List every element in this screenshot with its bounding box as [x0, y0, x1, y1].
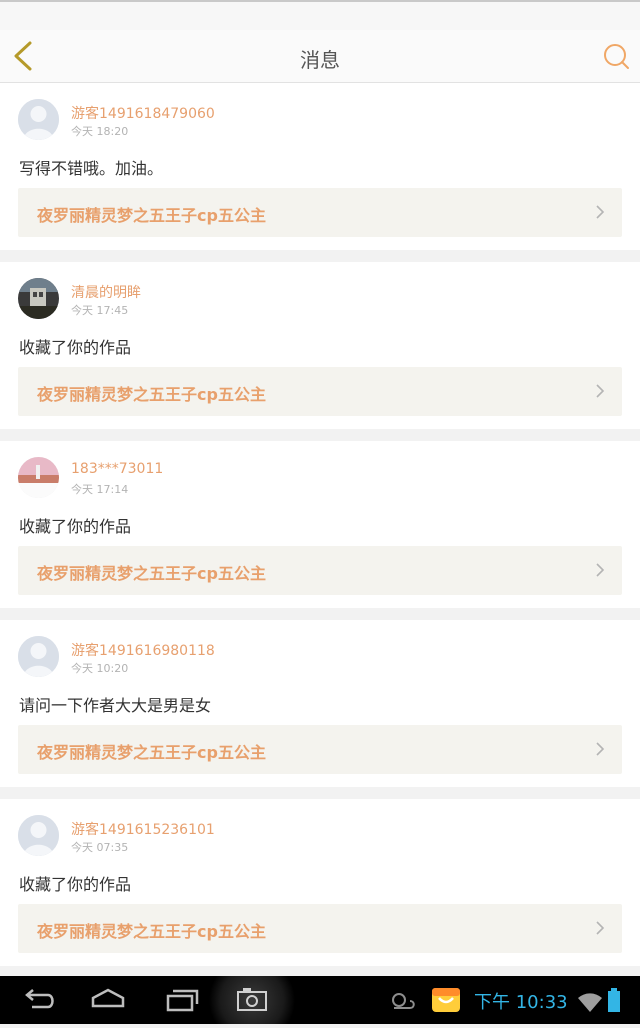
- timestamp: 今天 18:20: [71, 125, 129, 138]
- message-text: 收藏了你的作品: [19, 517, 132, 536]
- timestamp: 今天 17:45: [71, 304, 129, 317]
- timestamp: 今天 10:20: [71, 662, 129, 675]
- timestamp: 今天 17:14: [71, 483, 129, 496]
- username[interactable]: 游客1491618479060: [71, 103, 215, 123]
- work-link[interactable]: 夜罗丽精灵梦之五王子cp五公主: [18, 367, 622, 416]
- back-icon[interactable]: [18, 986, 58, 1014]
- top-status-bar: [0, 0, 640, 30]
- page-title: 消息: [300, 48, 340, 72]
- message-text: 收藏了你的作品: [19, 338, 132, 357]
- default-avatar[interactable]: [18, 815, 59, 856]
- work-title: 夜罗丽精灵梦之五王子cp五公主: [37, 385, 266, 404]
- work-link[interactable]: 夜罗丽精灵梦之五王子cp五公主: [18, 546, 622, 595]
- chevron-right-icon: [594, 383, 606, 399]
- weather-icon: [388, 986, 416, 1014]
- message-card: 游客1491616980118 今天 10:20 请问一下作者大大是男是女 夜罗…: [0, 620, 640, 787]
- work-link[interactable]: 夜罗丽精灵梦之五王子cp五公主: [18, 188, 622, 237]
- chevron-right-icon: [594, 741, 606, 757]
- message-card: 清晨的明眸 今天 17:45 收藏了你的作品 夜罗丽精灵梦之五王子cp五公主: [0, 262, 640, 429]
- timestamp: 今天 07:35: [71, 841, 129, 854]
- chevron-right-icon: [594, 920, 606, 936]
- default-avatar[interactable]: [18, 636, 59, 677]
- work-title: 夜罗丽精灵梦之五王子cp五公主: [37, 206, 266, 225]
- username[interactable]: 清晨的明眸: [71, 282, 141, 302]
- message-text: 收藏了你的作品: [19, 875, 132, 894]
- message-card: 游客1491615236101 今天 07:35 收藏了你的作品 夜罗丽精灵梦之…: [0, 799, 640, 966]
- search-icon[interactable]: [602, 42, 630, 70]
- wifi-icon: [576, 986, 604, 1014]
- work-title: 夜罗丽精灵梦之五王子cp五公主: [37, 922, 266, 941]
- default-avatar[interactable]: [18, 99, 59, 140]
- recent-apps-icon[interactable]: [162, 986, 202, 1014]
- message-card: 183***73011 今天 17:14 收藏了你的作品 夜罗丽精灵梦之五王子c…: [0, 441, 640, 608]
- message-text: 写得不错哦。加油。: [19, 159, 164, 178]
- work-title: 夜罗丽精灵梦之五王子cp五公主: [37, 743, 266, 762]
- screenshot-button[interactable]: [200, 976, 304, 1024]
- battery-icon: [606, 986, 622, 1014]
- message-list: 游客1491618479060 今天 18:20 写得不错哦。加油。 夜罗丽精灵…: [0, 83, 640, 978]
- work-title: 夜罗丽精灵梦之五王子cp五公主: [37, 564, 266, 583]
- username[interactable]: 游客1491615236101: [71, 819, 215, 839]
- username[interactable]: 游客1491616980118: [71, 640, 215, 660]
- user-avatar[interactable]: [18, 457, 59, 498]
- message-text: 请问一下作者大大是男是女: [19, 696, 212, 715]
- message-card: 游客1491618479060 今天 18:20 写得不错哦。加油。 夜罗丽精灵…: [0, 83, 640, 250]
- system-nav-bar: 下午 10:33: [0, 976, 640, 1024]
- work-link[interactable]: 夜罗丽精灵梦之五王子cp五公主: [18, 904, 622, 953]
- clock: 下午 10:33: [474, 992, 568, 1013]
- chevron-right-icon: [594, 204, 606, 220]
- user-avatar[interactable]: [18, 278, 59, 319]
- store-icon[interactable]: [430, 982, 462, 1014]
- home-icon[interactable]: [88, 986, 128, 1014]
- chevron-right-icon: [594, 562, 606, 578]
- username[interactable]: 183***73011: [71, 461, 163, 477]
- work-link[interactable]: 夜罗丽精灵梦之五王子cp五公主: [18, 725, 622, 774]
- header: 消息: [0, 30, 640, 83]
